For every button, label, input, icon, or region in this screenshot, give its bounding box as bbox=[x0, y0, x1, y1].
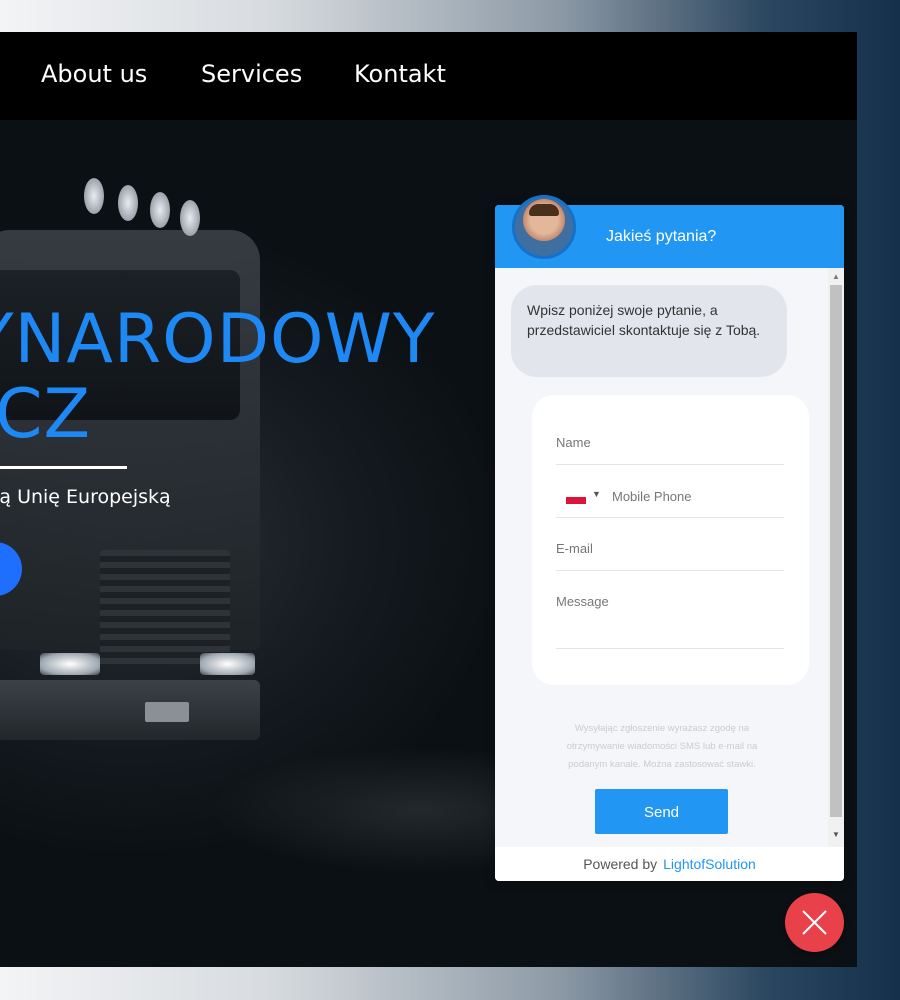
consent-text: Wysyłając zgłoszenie wyrażasz zgodę na o… bbox=[566, 723, 758, 770]
truck-grille bbox=[100, 550, 230, 670]
agent-avatar bbox=[512, 195, 576, 259]
truck-roof-lamp bbox=[180, 200, 200, 236]
scrollbar-thumb[interactable] bbox=[830, 285, 842, 817]
truck-headlight bbox=[40, 653, 100, 675]
name-placeholder: Name bbox=[556, 435, 591, 450]
truck-roof-lamp bbox=[84, 178, 104, 214]
contact-form: Name ▼ Mobile Phone E-mail Message bbox=[532, 395, 809, 685]
truck-roof-lamp bbox=[118, 185, 138, 221]
chat-scrollbar[interactable]: ▲ ▼ bbox=[828, 268, 844, 847]
chat-widget: Jakieś pytania? Wpisz poniżej swoje pyta… bbox=[495, 205, 844, 881]
scroll-down-icon[interactable]: ▼ bbox=[832, 830, 840, 839]
chat-intro-message: Wpisz poniżej swoje pytanie, a przedstaw… bbox=[511, 285, 787, 377]
top-navigation-bar: About us Services Kontakt bbox=[0, 32, 857, 120]
send-button[interactable]: Send bbox=[595, 789, 728, 834]
nav-link-services[interactable]: Services bbox=[201, 60, 302, 88]
mobile-phone-placeholder: Mobile Phone bbox=[612, 489, 692, 504]
powered-by-label: Powered by bbox=[583, 856, 658, 872]
close-chat-button[interactable] bbox=[785, 893, 844, 952]
poland-flag-icon[interactable] bbox=[566, 491, 586, 504]
email-field[interactable]: E-mail bbox=[556, 541, 784, 571]
hero-divider bbox=[0, 466, 127, 469]
hero-title-line-1: YNARODOWY bbox=[0, 300, 436, 379]
close-icon bbox=[802, 910, 827, 935]
message-placeholder: Message bbox=[556, 594, 609, 609]
scroll-up-icon[interactable]: ▲ bbox=[832, 272, 840, 281]
mobile-phone-field[interactable]: ▼ Mobile Phone bbox=[556, 481, 784, 518]
powered-by-link[interactable]: LightofSolution bbox=[663, 856, 756, 872]
hero-title-line-2: ICZ bbox=[0, 375, 92, 454]
nav-link-kontakt[interactable]: Kontakt bbox=[354, 60, 446, 88]
chat-footer: Powered by LightofSolution bbox=[495, 847, 844, 881]
hero-subtitle: łą Unię Europejską bbox=[0, 486, 171, 508]
chevron-down-icon[interactable]: ▼ bbox=[592, 489, 601, 499]
email-placeholder: E-mail bbox=[556, 541, 593, 556]
chat-header-title: Jakieś pytania? bbox=[606, 228, 717, 245]
truck-roof-lamp bbox=[150, 192, 170, 228]
truck-headlight bbox=[200, 653, 255, 675]
message-field[interactable]: Message bbox=[556, 594, 784, 649]
name-field[interactable]: Name bbox=[556, 435, 784, 465]
truck-license-plate bbox=[145, 702, 189, 722]
nav-link-about-us[interactable]: About us bbox=[41, 60, 147, 88]
truck-bumper bbox=[0, 680, 260, 740]
